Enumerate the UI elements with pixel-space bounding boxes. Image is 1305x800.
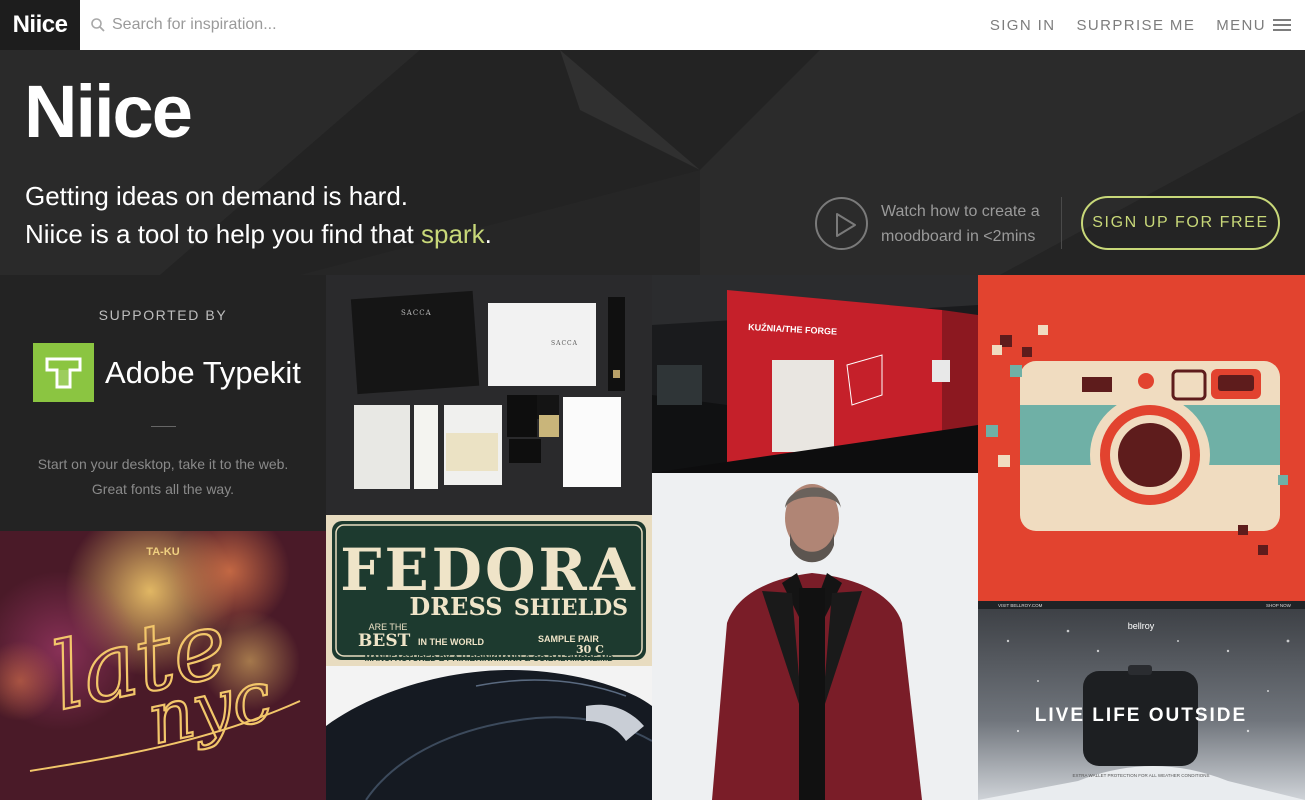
- search-input[interactable]: [112, 16, 512, 34]
- site-logo[interactable]: Niice: [0, 0, 80, 50]
- forge-exhibition-tile[interactable]: KUŹNIA/THE FORGE: [652, 275, 978, 473]
- red-suit-portrait-tile[interactable]: [652, 473, 978, 800]
- surprise-me-link[interactable]: SURPRISE ME: [1076, 17, 1195, 34]
- search-icon: [91, 18, 105, 32]
- watch-line-1: Watch how to create a: [881, 202, 1040, 220]
- portrait-artwork: [652, 473, 978, 800]
- typekit-sponsor-tile[interactable]: SUPPORTED BY Adobe Typekit Start on your…: [0, 275, 326, 531]
- late-nyc-tile[interactable]: TA-KU late nyc: [0, 531, 326, 800]
- tagline-period: .: [484, 219, 492, 249]
- bellroy-visit: VISIT BELLROY.COM: [998, 603, 1043, 608]
- tagline-text: Niice is a tool to help you find that: [25, 219, 422, 249]
- top-bar: Niice SIGN IN SURPRISE ME MENU: [0, 0, 1305, 50]
- watch-video-text: Watch how to create a moodboard in <2min…: [881, 199, 1056, 249]
- fedora-shields: SHIELDS: [514, 595, 628, 621]
- sponsor-copy-line-2: Great fonts all the way.: [91, 481, 235, 497]
- sign-in-link[interactable]: SIGN IN: [990, 17, 1056, 34]
- camera-artwork: [978, 275, 1305, 601]
- top-nav: SIGN IN SURPRISE ME MENU: [969, 0, 1305, 50]
- menu-label: MENU: [1216, 16, 1266, 34]
- sponsor-copy-line-1: Start on your desktop, take it to the we…: [37, 456, 289, 472]
- sacca-stationery-tile[interactable]: SACCA SACCA: [326, 275, 652, 515]
- sign-up-button[interactable]: SIGN UP FOR FREE: [1081, 196, 1280, 250]
- menu-button[interactable]: MENU: [1216, 17, 1291, 34]
- hero-divider: [1061, 197, 1062, 249]
- fedora-dress: DRESS: [409, 592, 502, 621]
- pixel-camera-tile[interactable]: [978, 275, 1305, 601]
- fedora-artwork: FEDORA DRESS SHIELDS ARE THE BEST IN THE…: [326, 515, 652, 666]
- tagline: Getting ideas on demand is hard. Niice i…: [25, 177, 492, 253]
- watch-line-2: moodboard in <2mins: [881, 227, 1036, 245]
- supported-by-label: SUPPORTED BY: [98, 307, 228, 323]
- fedora-label-tile[interactable]: FEDORA DRESS SHIELDS ARE THE BEST IN THE…: [326, 515, 652, 666]
- sacca-label-1: SACCA: [401, 309, 432, 317]
- tagline-line-2: Niice is a tool to help you find that sp…: [25, 215, 492, 253]
- bellroy-headline: LIVE LIFE OUTSIDE: [1035, 705, 1247, 726]
- search-bar: [80, 0, 969, 50]
- bellroy-artwork: VISIT BELLROY.COM SHOP NOW bellroy LIVE …: [978, 601, 1305, 800]
- fedora-manufacturer: MANUFACTURED BY A.H.BRINKMANN & CO.BALTI…: [365, 653, 614, 663]
- watch-video-link[interactable]: Watch how to create a moodboard in <2min…: [815, 197, 1056, 250]
- typekit-logo-icon: [33, 343, 94, 402]
- sign-in-label: SIGN IN: [989, 16, 1056, 34]
- car-detail-tile[interactable]: [326, 666, 652, 800]
- sponsor-copy: Start on your desktop, take it to the we…: [0, 452, 326, 502]
- bellroy-shop: SHOP NOW: [1266, 603, 1292, 608]
- bellroy-ad-tile[interactable]: VISIT BELLROY.COM SHOP NOW bellroy LIVE …: [978, 601, 1305, 800]
- fedora-best: BEST: [358, 631, 411, 651]
- tagline-line-1: Getting ideas on demand is hard.: [25, 181, 409, 211]
- sacca-artwork: SACCA SACCA: [326, 275, 652, 515]
- spark-highlight: spark: [421, 219, 485, 249]
- car-artwork: [326, 666, 652, 800]
- hero: Niice Getting ideas on demand is hard. N…: [0, 50, 1305, 275]
- typekit-brand-name: Adobe Typekit: [105, 355, 301, 390]
- bellroy-subline: EXTRA WALLET PROTECTION FOR ALL WEATHER …: [1072, 773, 1209, 778]
- hamburger-icon: [1273, 19, 1291, 31]
- hero-logo: Niice: [24, 70, 193, 153]
- forge-artwork: KUŹNIA/THE FORGE: [652, 275, 978, 473]
- taku-label: TA-KU: [146, 546, 179, 558]
- bellroy-brand: bellroy: [1128, 621, 1155, 631]
- late-nyc-artwork: TA-KU late nyc: [0, 531, 326, 800]
- play-icon: [815, 197, 868, 250]
- sponsor-divider: [151, 426, 176, 427]
- sacca-label-2: SACCA: [551, 340, 578, 347]
- surprise-me-label: SURPRISE ME: [1076, 16, 1196, 34]
- fedora-in-world: IN THE WORLD: [418, 637, 484, 647]
